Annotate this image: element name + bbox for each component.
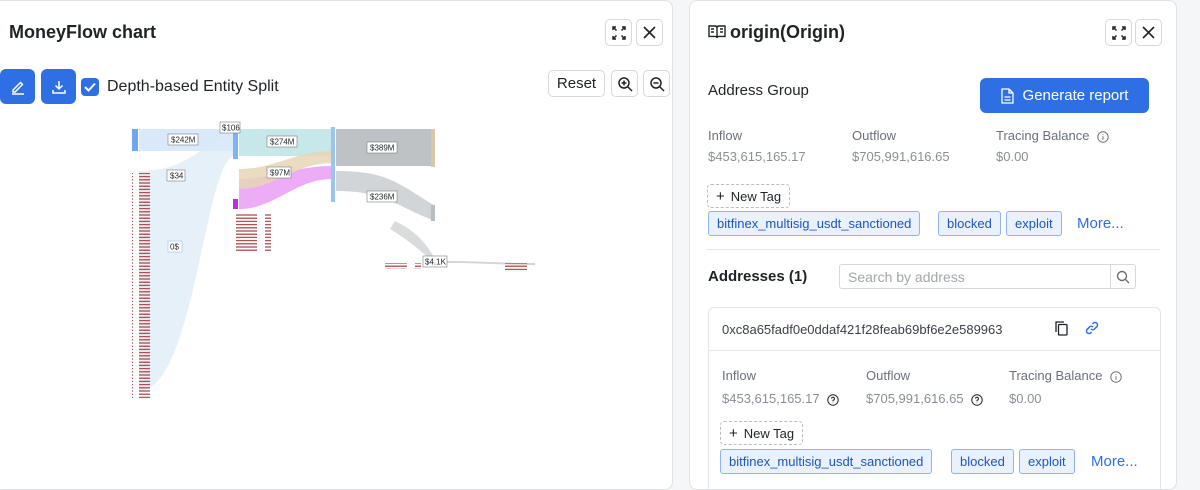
zoom-out-button[interactable] xyxy=(643,70,670,97)
addresses-heading: Addresses (1) xyxy=(708,268,808,285)
more-tags-link[interactable]: More... xyxy=(1077,215,1124,232)
download-icon xyxy=(51,80,66,94)
card-inflow-value-group: $453,615,165.17 xyxy=(722,391,839,406)
card-balance-value: $0.00 xyxy=(1009,391,1042,406)
card-outflow-label: Outflow xyxy=(866,368,911,383)
node-split xyxy=(331,127,335,202)
book-icon xyxy=(708,25,726,39)
card-inflow-label: Inflow xyxy=(722,368,756,383)
far-entity-labels xyxy=(505,263,530,272)
node-pink xyxy=(233,199,238,209)
edit-button[interactable] xyxy=(0,69,35,104)
zoom-in-button[interactable] xyxy=(611,70,638,97)
node-origin xyxy=(132,129,138,151)
address-group-heading: Address Group xyxy=(708,82,809,99)
card-tag-chip[interactable]: bitfinex_multisig_usdt_sanctioned xyxy=(720,449,933,474)
balance-value: $0.00 xyxy=(996,149,1029,164)
entity-list-2 xyxy=(236,214,271,252)
flow-label-b: $106 xyxy=(222,124,240,133)
outflow-label: Outflow xyxy=(852,128,897,143)
balance-label-group: Tracing Balance xyxy=(996,128,1109,143)
address-card-header: 0xc8a65fadf0e0ddaf421f28feab69bf6e2e5899… xyxy=(709,308,1160,351)
help-icon[interactable] xyxy=(971,393,983,406)
tag-chip[interactable]: exploit xyxy=(1006,211,1062,236)
close-icon xyxy=(1142,26,1155,39)
card-outflow-value: $705,991,616.65 xyxy=(866,391,964,406)
flow-label-f: $236M xyxy=(370,193,395,202)
entity-list xyxy=(132,173,150,398)
expand-icon xyxy=(1111,25,1126,40)
generate-report-label: Generate report xyxy=(1022,87,1129,104)
card-more-tags-link[interactable]: More... xyxy=(1091,453,1138,470)
address-search xyxy=(839,264,1136,289)
document-icon xyxy=(1000,87,1014,104)
card-tag-chip[interactable]: exploit xyxy=(1019,449,1075,474)
divider xyxy=(706,249,1160,250)
flow-label-h: 0$ xyxy=(170,243,179,252)
close-button[interactable] xyxy=(636,19,663,46)
flow-fanout xyxy=(139,136,235,391)
search-button[interactable] xyxy=(1110,265,1135,288)
inflow-value: $453,615,165.17 xyxy=(708,149,806,164)
close-icon xyxy=(643,26,656,39)
depth-split-label: Depth-based Entity Split xyxy=(107,78,279,95)
node-mid xyxy=(233,129,238,159)
download-button[interactable] xyxy=(41,69,76,104)
plus-icon: + xyxy=(716,187,725,205)
zoom-out-icon xyxy=(649,76,665,92)
card-new-tag-button[interactable]: + New Tag xyxy=(720,421,804,445)
origin-title: origin(Origin) xyxy=(730,22,845,42)
copy-icon[interactable] xyxy=(1055,321,1068,336)
inflow-label: Inflow xyxy=(708,128,742,143)
tag-chip[interactable]: blocked xyxy=(938,211,1001,236)
expand-button[interactable] xyxy=(605,19,632,46)
node-right-top xyxy=(431,129,435,167)
expand-button[interactable] xyxy=(1105,19,1132,46)
moneyflow-panel: MoneyFlow chart Depth-based Entity Split… xyxy=(0,0,673,490)
card-inflow-value: $453,615,165.17 xyxy=(722,391,820,406)
flow-label-i: $4.1K xyxy=(425,258,447,267)
flow-label-d: $389M xyxy=(370,144,395,153)
node-right-mid xyxy=(431,205,435,221)
address-card: 0xc8a65fadf0e0ddaf421f28feab69bf6e2e5899… xyxy=(708,307,1161,489)
card-balance-label: Tracing Balance xyxy=(1009,368,1103,383)
depth-split-checkbox[interactable] xyxy=(81,78,99,96)
plus-icon: + xyxy=(729,424,738,442)
close-button[interactable] xyxy=(1135,19,1162,46)
search-input[interactable] xyxy=(840,265,1102,288)
tag-chip[interactable]: bitfinex_multisig_usdt_sanctioned xyxy=(708,211,921,236)
link-icon[interactable] xyxy=(1085,321,1099,335)
origin-panel: origin(Origin) Address Group Generate re… xyxy=(689,0,1177,490)
flow-label-g: $34 xyxy=(170,172,184,181)
info-icon[interactable] xyxy=(1097,130,1109,143)
expand-icon xyxy=(611,25,626,40)
address-text: 0xc8a65fadf0e0ddaf421f28feab69bf6e2e5899… xyxy=(722,322,1003,337)
check-icon xyxy=(84,82,96,92)
info-icon[interactable] xyxy=(1110,370,1122,383)
card-balance-label-group: Tracing Balance xyxy=(1009,368,1122,383)
new-tag-button[interactable]: + New Tag xyxy=(707,184,791,208)
card-tag-chip[interactable]: blocked xyxy=(951,449,1014,474)
reset-button[interactable]: Reset xyxy=(548,70,605,97)
pencil-icon xyxy=(11,80,24,95)
moneyflow-sankey[interactable]: $242M $106 $274M $389M $97M $236M $34 0$… xyxy=(0,111,673,411)
card-outflow-value-group: $705,991,616.65 xyxy=(866,391,983,406)
generate-report-button[interactable]: Generate report xyxy=(980,78,1149,113)
help-icon[interactable] xyxy=(827,393,839,406)
flow-label-a: $242M xyxy=(171,136,196,145)
flow-label-e: $97M xyxy=(270,169,290,178)
right-entity-labels xyxy=(381,263,421,269)
balance-label: Tracing Balance xyxy=(996,128,1090,143)
moneyflow-title: MoneyFlow chart xyxy=(9,22,157,42)
card-new-tag-label: New Tag xyxy=(743,425,795,441)
outflow-value: $705,991,616.65 xyxy=(852,149,950,164)
search-icon xyxy=(1116,270,1130,283)
flow-label-c: $274M xyxy=(270,138,295,147)
new-tag-label: New Tag xyxy=(730,188,782,204)
zoom-in-icon xyxy=(617,76,633,92)
